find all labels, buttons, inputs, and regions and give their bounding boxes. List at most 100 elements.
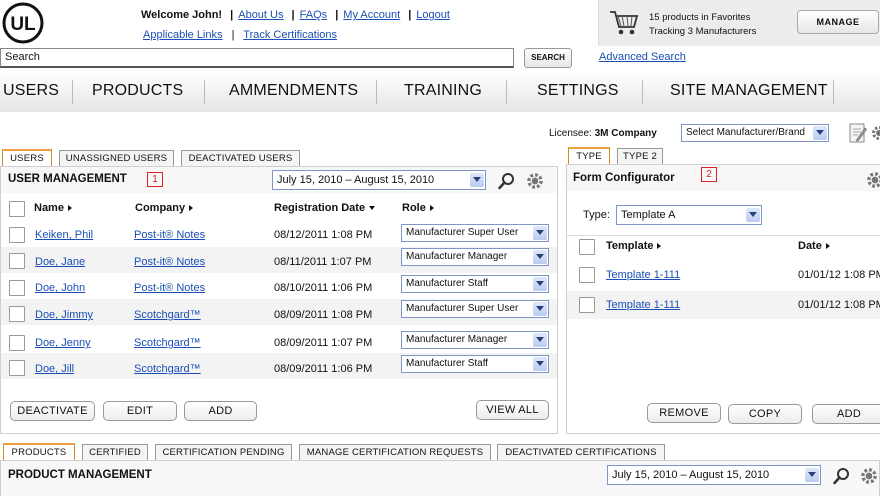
nav-training[interactable]: TRAINING — [404, 82, 482, 100]
edit-document-icon[interactable] — [849, 122, 867, 144]
user-name-link[interactable]: Doe, Jimmy — [35, 309, 93, 321]
registration-date: 08/09/2011 1:06 PM — [274, 363, 373, 375]
table-row: Doe, Jane Post-it® Notes 08/11/2011 1:07… — [1, 247, 557, 273]
chevron-down-icon — [533, 277, 547, 291]
nav-users[interactable]: USERS — [3, 82, 59, 100]
tab-certification-pending[interactable]: CERTIFICATION PENDING — [155, 444, 292, 460]
tab-deactivated-certifications[interactable]: DEACTIVATED CERTIFICATIONS — [497, 444, 665, 460]
panel-title: Form Configurator — [573, 172, 675, 184]
tab-deactivated-users[interactable]: DEACTIVATED USERS — [181, 150, 300, 166]
role-select[interactable]: Manufacturer Super User — [401, 224, 549, 242]
advanced-search-link[interactable]: Advanced Search — [599, 51, 686, 63]
template-link[interactable]: Template 1-111 — [606, 299, 680, 311]
template-date: 01/01/12 1:08 PM — [798, 269, 880, 281]
template-link[interactable]: Template 1-111 — [606, 269, 680, 281]
user-management-panel: USER MANAGEMENT 1 July 15, 2010 – August… — [0, 166, 558, 434]
tab-type-2[interactable]: TYPE 2 — [617, 148, 663, 164]
step-badge: 1 — [147, 172, 163, 187]
row-checkbox[interactable] — [9, 306, 25, 322]
svg-text:UL: UL — [10, 14, 36, 35]
date-range-select[interactable]: July 15, 2010 – August 15, 2010 — [607, 465, 821, 485]
nav-site-management[interactable]: SITE MANAGEMENT — [670, 82, 828, 100]
view-all-button[interactable]: VIEW ALL — [476, 400, 549, 420]
column-header-template[interactable]: Template — [606, 240, 662, 252]
row-checkbox[interactable] — [9, 253, 25, 269]
tab-manage-certification-requests[interactable]: MANAGE CERTIFICATION REQUESTS — [299, 444, 491, 460]
settings-gear-icon[interactable] — [870, 124, 880, 142]
tab-users[interactable]: USERS — [2, 149, 52, 166]
search-button[interactable]: SEARCH — [524, 48, 572, 68]
date-range-select[interactable]: July 15, 2010 – August 15, 2010 — [272, 170, 486, 190]
nav-ammendments[interactable]: AMMENDMENTS — [229, 82, 358, 100]
track-certifications-link[interactable]: Track Certifications — [243, 29, 337, 41]
manufacturer-brand-select[interactable]: Select Manufacturer/Brand — [681, 124, 829, 142]
role-select[interactable]: Manufacturer Staff — [401, 355, 549, 373]
logout-link[interactable]: Logout — [416, 9, 450, 21]
company-link[interactable]: Post-it® Notes — [134, 229, 205, 241]
my-account-link[interactable]: My Account — [343, 9, 400, 21]
user-name-link[interactable]: Doe, Jenny — [35, 337, 91, 349]
role-select[interactable]: Manufacturer Super User — [401, 300, 549, 318]
manage-button[interactable]: MANAGE — [797, 10, 879, 34]
row-checkbox[interactable] — [9, 335, 25, 351]
table-row: Template 1-111 01/01/12 1:08 PM — [567, 261, 880, 289]
gear-icon[interactable] — [865, 170, 880, 188]
favorites-summary: 15 products in Favorites Tracking 3 Manu… — [649, 11, 756, 39]
add-template-button[interactable]: ADD — [812, 404, 880, 424]
sort-icon — [825, 243, 830, 250]
deactivate-button[interactable]: DEACTIVATE — [10, 401, 95, 421]
row-checkbox[interactable] — [9, 360, 25, 376]
sort-icon — [189, 205, 194, 212]
company-link[interactable]: Post-it® Notes — [134, 256, 205, 268]
column-header-role[interactable]: Role — [402, 202, 434, 214]
user-name-link[interactable]: Doe, Jane — [35, 256, 85, 268]
about-us-link[interactable]: About Us — [238, 9, 283, 21]
user-name-link[interactable]: Keiken, Phil — [35, 229, 93, 241]
gear-icon[interactable] — [859, 466, 877, 484]
tab-unassigned-users[interactable]: UNASSIGNED USERS — [59, 150, 174, 166]
sort-desc-icon — [369, 206, 376, 211]
select-all-checkbox[interactable] — [579, 239, 595, 255]
search-icon[interactable] — [498, 172, 516, 190]
remove-button[interactable]: REMOVE — [647, 403, 721, 423]
ul-logo[interactable]: UL — [2, 2, 44, 44]
column-header-registration-date[interactable]: Registration Date — [274, 202, 376, 214]
edit-button[interactable]: EDIT — [103, 401, 177, 421]
search-input[interactable]: Search — [0, 48, 514, 68]
row-checkbox[interactable] — [9, 280, 25, 296]
role-select[interactable]: Manufacturer Manager — [401, 331, 549, 349]
nav-settings[interactable]: SETTINGS — [537, 82, 619, 100]
row-checkbox[interactable] — [579, 297, 595, 313]
column-header-company[interactable]: Company — [135, 202, 194, 214]
select-all-checkbox[interactable] — [9, 201, 25, 217]
type-label: Type: — [583, 209, 610, 221]
nav-products[interactable]: PRODUCTS — [92, 82, 183, 100]
registration-date: 08/12/2011 1:08 PM — [274, 229, 373, 241]
column-header-name[interactable]: Name — [34, 202, 72, 214]
search-icon[interactable] — [833, 467, 851, 485]
company-link[interactable]: Post-it® Notes — [134, 282, 205, 294]
company-link[interactable]: Scotchgard™ — [134, 309, 201, 321]
gear-icon[interactable] — [525, 171, 543, 189]
faqs-link[interactable]: FAQs — [300, 9, 328, 21]
user-name-link[interactable]: Doe, Jill — [35, 363, 74, 375]
company-link[interactable]: Scotchgard™ — [134, 337, 201, 349]
user-name-link[interactable]: Doe, John — [35, 282, 85, 294]
role-select[interactable]: Manufacturer Staff — [401, 275, 549, 293]
registration-date: 08/11/2011 1:07 PM — [274, 256, 372, 268]
tab-products[interactable]: PRODUCTS — [3, 443, 75, 460]
chevron-down-icon — [533, 357, 547, 371]
product-management-panel: PRODUCT MANAGEMENT July 15, 2010 – Augus… — [0, 460, 880, 496]
tab-type[interactable]: TYPE — [568, 147, 610, 164]
copy-button[interactable]: COPY — [728, 404, 802, 424]
company-link[interactable]: Scotchgard™ — [134, 363, 201, 375]
applicable-links-link[interactable]: Applicable Links — [143, 29, 223, 41]
row-checkbox[interactable] — [9, 227, 25, 243]
role-select[interactable]: Manufacturer Manager — [401, 248, 549, 266]
type-select[interactable]: Template A — [616, 205, 762, 225]
add-user-button[interactable]: ADD — [184, 401, 257, 421]
sort-icon — [657, 243, 662, 250]
row-checkbox[interactable] — [579, 267, 595, 283]
tab-certified[interactable]: CERTIFIED — [82, 444, 148, 460]
column-header-date[interactable]: Date — [798, 240, 830, 252]
